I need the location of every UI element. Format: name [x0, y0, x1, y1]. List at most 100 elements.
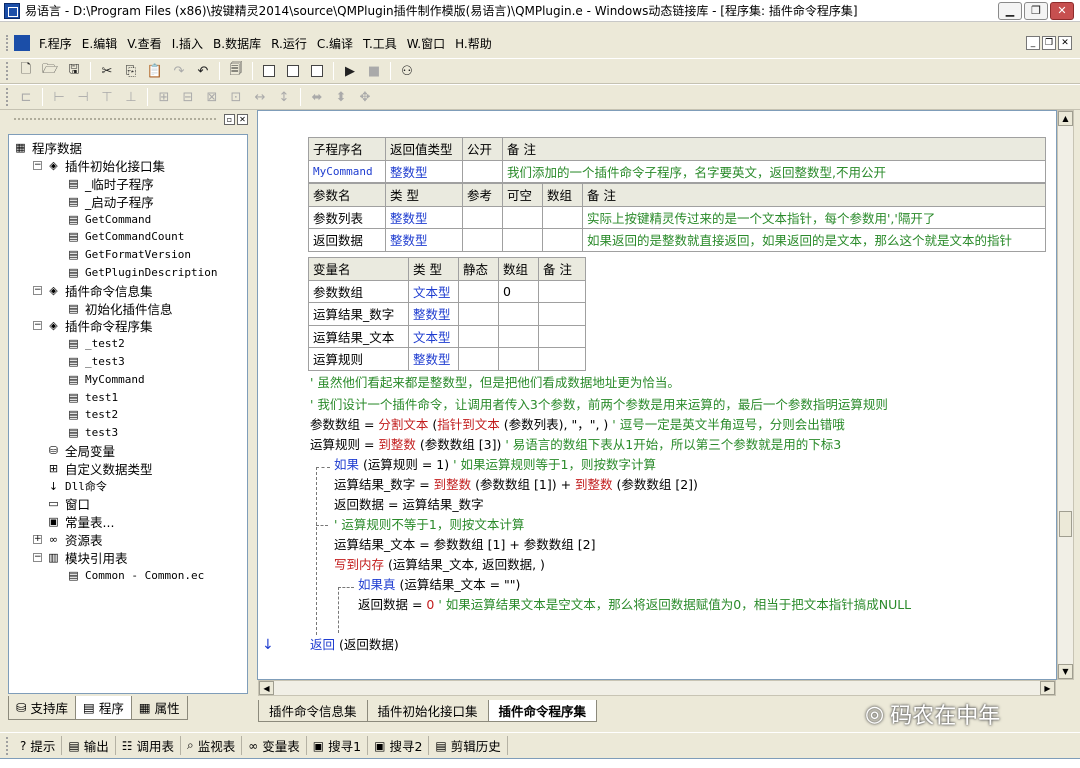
- find-icon[interactable]: 🗐: [226, 61, 246, 81]
- toolbar-grip[interactable]: [6, 88, 10, 106]
- menu-tools[interactable]: T.工具: [358, 35, 402, 52]
- tree-node[interactable]: ▤ test2: [9, 406, 247, 424]
- code-line[interactable]: 运算规则 = 到整数 (参数数组 [3]) ' 易语言的数组下表从1开始，所以第…: [310, 435, 841, 455]
- param-nullable-cell[interactable]: [502, 228, 543, 252]
- param-nullable-cell[interactable]: [502, 205, 543, 229]
- new-file-icon[interactable]: 🗋: [16, 61, 36, 81]
- tab-output[interactable]: ▤ 输出: [62, 736, 116, 755]
- var-array-cell[interactable]: [498, 324, 539, 348]
- tree-node[interactable]: ▤ Common - Common.ec: [9, 566, 247, 584]
- space-across-icon[interactable]: ⊠: [202, 87, 222, 107]
- collapse-icon[interactable]: −: [33, 285, 42, 295]
- layout-split-icon[interactable]: [283, 61, 303, 81]
- param-array-cell[interactable]: [542, 228, 583, 252]
- code-line-comment[interactable]: ' 运算规则不等于1，则按文本计算: [334, 515, 524, 535]
- tree-node[interactable]: ▤ _临时子程序: [9, 175, 247, 193]
- param-type-cell[interactable]: 整数型: [385, 228, 463, 252]
- tab-plugin-init-interface[interactable]: 插件初始化接口集: [366, 700, 489, 722]
- var-type-cell[interactable]: 文本型: [408, 279, 459, 303]
- tree-node[interactable]: ⊞ 自定义数据类型: [9, 459, 247, 477]
- tree-node[interactable]: ▤ _test3: [9, 353, 247, 371]
- menu-database[interactable]: B.数据库: [208, 35, 266, 52]
- cut-icon[interactable]: ✂: [97, 61, 117, 81]
- redo-icon[interactable]: ↷: [169, 61, 189, 81]
- tree-node[interactable]: ▤ GetCommandCount: [9, 228, 247, 246]
- tab-hint[interactable]: ? 提示: [14, 736, 63, 755]
- collapse-icon[interactable]: −: [33, 161, 42, 171]
- var-remark-cell[interactable]: [538, 279, 586, 303]
- collapse-icon[interactable]: −: [33, 321, 42, 331]
- space-down-icon[interactable]: ⊡: [226, 87, 246, 107]
- tab-clip-history[interactable]: ▤ 剪辑历史: [429, 736, 508, 755]
- tree-node[interactable]: ▭ 窗口: [9, 495, 247, 513]
- var-static-cell[interactable]: [458, 302, 499, 326]
- remark-cell[interactable]: 我们添加的一个插件命令子程序，名字要英文，返回整数型,不用公开: [502, 159, 1046, 183]
- menu-view[interactable]: V.查看: [122, 35, 166, 52]
- tree-node[interactable]: ▤ _test2: [9, 335, 247, 353]
- var-array-cell[interactable]: [498, 302, 539, 326]
- var-static-cell[interactable]: [458, 279, 499, 303]
- vertical-scrollbar[interactable]: ▲ ▼: [1057, 110, 1074, 680]
- code-line[interactable]: 运算结果_文本 = 参数数组 [1] + 参数数组 [2]: [334, 535, 595, 555]
- tree-node[interactable]: − ◈ 插件命令程序集: [9, 317, 247, 335]
- param-array-cell[interactable]: [542, 205, 583, 229]
- collapse-icon[interactable]: −: [33, 552, 42, 562]
- tree-node[interactable]: ▦ 程序数据: [9, 139, 247, 157]
- tab-program[interactable]: ▤ 程序: [75, 696, 132, 720]
- align-left-icon[interactable]: ⊏: [16, 87, 36, 107]
- param-ref-cell[interactable]: [462, 205, 503, 229]
- toolbar-grip[interactable]: [6, 736, 10, 755]
- tab-variables[interactable]: ∞ 变量表: [242, 736, 307, 755]
- binoculars-icon[interactable]: ⚇: [397, 61, 417, 81]
- var-array-cell[interactable]: [498, 347, 539, 371]
- subroutine-name-cell[interactable]: MyCommand: [308, 159, 386, 183]
- code-line[interactable]: 写到内存 (运算结果_文本, 返回数据, ): [334, 555, 545, 575]
- param-name-cell[interactable]: 参数列表: [308, 205, 386, 229]
- maximize-button[interactable]: ❐: [1024, 1, 1048, 20]
- mdi-minimize-button[interactable]: _: [1026, 36, 1040, 50]
- panel-grip[interactable]: [14, 118, 216, 120]
- open-folder-icon[interactable]: 🗁: [40, 61, 60, 81]
- align-bottom-edges-icon[interactable]: ⊥: [121, 87, 141, 107]
- code-line[interactable]: 运算结果_数字 = 到整数 (参数数组 [1]) + 到整数 (参数数组 [2]…: [334, 475, 698, 495]
- close-button[interactable]: ✕: [1050, 1, 1074, 20]
- project-tree[interactable]: ▦ 程序数据 − ◈ 插件初始化接口集 ▤ _临时子程序 ▤ _启动子程序 ▤ GetCommand…: [8, 134, 248, 694]
- tree-node[interactable]: − ▥ 模块引用表: [9, 548, 247, 566]
- tree-node[interactable]: − ◈ 插件命令信息集: [9, 281, 247, 299]
- tree-node[interactable]: ⛁ 全局变量: [9, 442, 247, 460]
- tree-node[interactable]: ▤ test3: [9, 424, 247, 442]
- code-line[interactable]: 返回数据 = 0 ' 如果运算结果文本是空文本，那么将返回数据赋值为0，相当于把…: [358, 595, 911, 615]
- code-line-comment[interactable]: ' 虽然他们看起来都是整数型，但是把他们看成数据地址更为恰当。: [310, 373, 680, 393]
- var-array-cell[interactable]: 0: [498, 279, 539, 303]
- param-type-cell[interactable]: 整数型: [385, 205, 463, 229]
- tree-node[interactable]: ▤ 初始化插件信息: [9, 299, 247, 317]
- toolbar-grip[interactable]: [6, 62, 10, 80]
- align-top-edges-icon[interactable]: ⊤: [97, 87, 117, 107]
- tree-node[interactable]: ▤ GetFormatVersion: [9, 246, 247, 264]
- var-static-cell[interactable]: [458, 324, 499, 348]
- var-type-cell[interactable]: 文本型: [408, 324, 459, 348]
- same-size-height-icon[interactable]: ⬍: [331, 87, 351, 107]
- code-line[interactable]: 参数数组 = 分割文本 (指针到文本 (参数列表), "，", ) ' 逗号一定…: [310, 415, 845, 435]
- param-remark-cell[interactable]: 如果返回的是整数就直接返回，如果返回的是文本，那么这个就是文本的指针: [582, 228, 1046, 252]
- var-name-cell[interactable]: 运算规则: [308, 347, 409, 371]
- paste-icon[interactable]: 📋: [145, 61, 165, 81]
- menu-file[interactable]: F.程序: [34, 35, 77, 52]
- menu-window[interactable]: W.窗口: [402, 35, 450, 52]
- var-name-cell[interactable]: 运算结果_文本: [308, 324, 409, 348]
- tab-call-stack[interactable]: ☷ 调用表: [116, 736, 182, 755]
- menu-compile[interactable]: C.编译: [312, 35, 358, 52]
- copy-icon[interactable]: ⎘: [121, 61, 141, 81]
- var-type-cell[interactable]: 整数型: [408, 302, 459, 326]
- var-remark-cell[interactable]: [538, 324, 586, 348]
- scroll-right-icon[interactable]: ▶: [1040, 681, 1055, 695]
- mdi-close-button[interactable]: ✕: [1058, 36, 1072, 50]
- tree-node[interactable]: − ◈ 插件初始化接口集: [9, 157, 247, 175]
- scroll-thumb[interactable]: [1059, 511, 1072, 537]
- undo-icon[interactable]: ↶: [193, 61, 213, 81]
- tree-node[interactable]: ▤ GetPluginDescription: [9, 264, 247, 282]
- tree-node[interactable]: ▣ 常量表...: [9, 513, 247, 531]
- tab-plugin-command-program[interactable]: 插件命令程序集: [487, 700, 598, 722]
- center-vertical-icon[interactable]: ⊟: [178, 87, 198, 107]
- layout-panel-icon[interactable]: [259, 61, 279, 81]
